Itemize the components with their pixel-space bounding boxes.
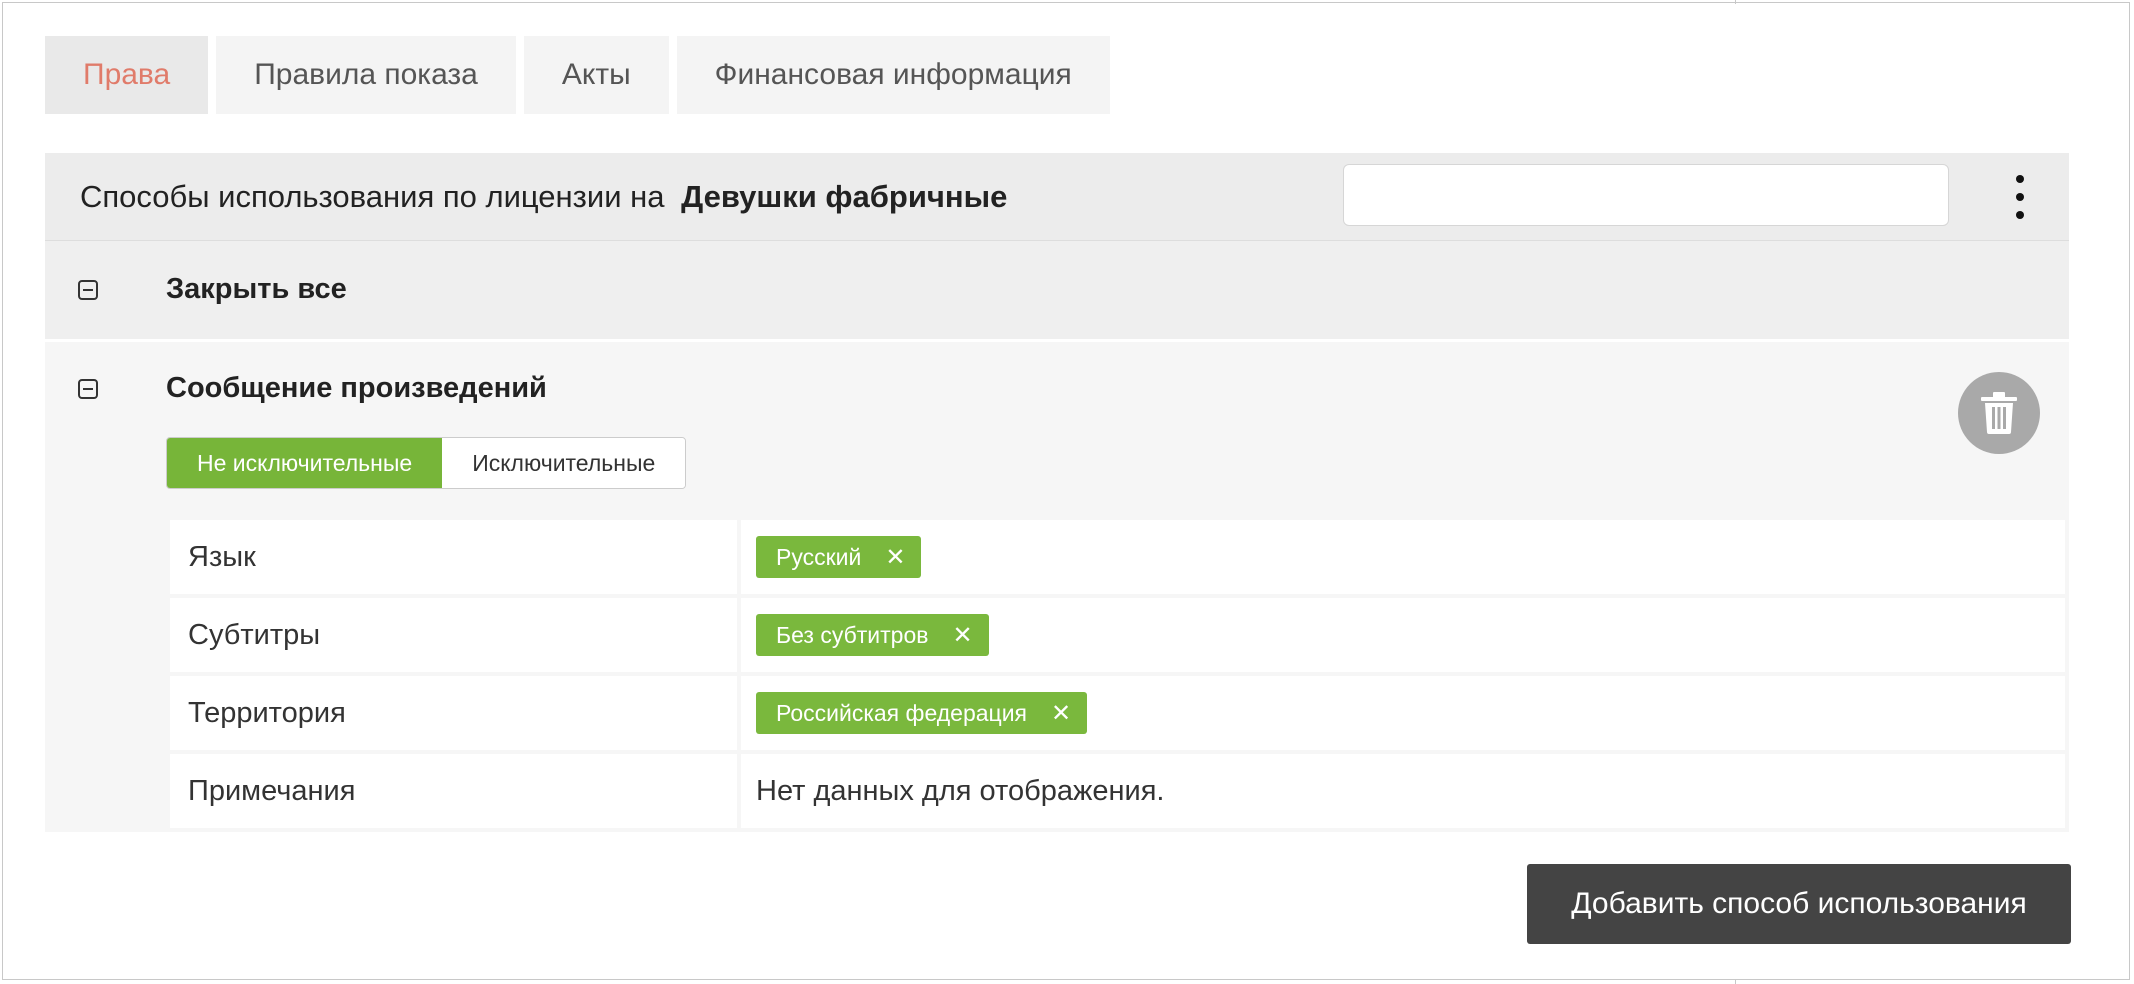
panel-title-prefix: Способы использования по лицензии на [80, 179, 665, 214]
tag-label: Российская федерация [776, 699, 1028, 726]
row-value: Русский ✕ [741, 520, 2065, 594]
tag-chip: Российская федерация ✕ [756, 692, 1088, 734]
panel-header: Способы использования по лицензии на Дев… [45, 153, 2069, 241]
panel-title: Способы использования по лицензии на Дев… [80, 153, 1007, 240]
collapse-all-label[interactable]: Закрыть все [166, 273, 347, 306]
license-name: Девушки фабричные [681, 179, 1008, 214]
tab-rights[interactable]: Права [45, 36, 209, 114]
add-usage-button[interactable]: Добавить способ использования [1527, 864, 2071, 944]
search-input[interactable] [1343, 164, 1949, 226]
tag-chip: Без субтитров ✕ [756, 614, 989, 656]
remove-tag-icon[interactable]: ✕ [1051, 699, 1071, 728]
tag-label: Русский [776, 543, 862, 570]
table-row: Субтитры Без субтитров ✕ [170, 598, 2065, 672]
toggle-non-exclusive[interactable]: Не исключительные [167, 438, 443, 488]
toggle-exclusive[interactable]: Исключительные [442, 438, 686, 488]
collapse-icon[interactable] [78, 379, 98, 399]
tab-acts[interactable]: Акты [523, 36, 669, 114]
delete-button[interactable] [1958, 372, 2040, 454]
tag-chip: Русский ✕ [756, 536, 922, 578]
frame-divider-mark-bottom [1735, 980, 1736, 984]
tab-display-rules[interactable]: Правила показа [216, 36, 516, 114]
remove-tag-icon[interactable]: ✕ [952, 621, 972, 650]
row-label: Примечания [170, 754, 737, 828]
trash-icon [1981, 392, 2017, 434]
section-title: Сообщение произведений [166, 372, 547, 404]
tab-bar: Права Правила показа Акты Финансовая инф… [45, 36, 1110, 114]
row-value: Без субтитров ✕ [741, 598, 2065, 672]
collapse-icon[interactable] [78, 280, 98, 300]
tag-label: Без субтитров [776, 621, 929, 648]
tab-financial-info[interactable]: Финансовая информация [676, 36, 1110, 114]
notes-value: Нет данных для отображения. [741, 754, 2065, 828]
table-row: Язык Русский ✕ [170, 520, 2065, 594]
row-label: Язык [170, 520, 737, 594]
usage-section: Сообщение произведений Не исключительные… [45, 342, 2069, 832]
table-row: Примечания Нет данных для отображения. [170, 754, 2065, 828]
table-row: Территория Российская федерация ✕ [170, 676, 2065, 750]
remove-tag-icon[interactable]: ✕ [885, 543, 905, 572]
kebab-vertical-icon[interactable] [2005, 175, 2035, 219]
frame-divider-mark [1735, 0, 1736, 4]
usage-details-table: Язык Русский ✕ Субтитры Без субтитров ✕ … [170, 520, 2065, 832]
collapse-all-row[interactable]: Закрыть все [45, 241, 2069, 339]
row-label: Территория [170, 676, 737, 750]
row-label: Субтитры [170, 598, 737, 672]
rights-type-toggle: Не исключительные Исключительные [166, 437, 687, 489]
row-value: Российская федерация ✕ [741, 676, 2065, 750]
